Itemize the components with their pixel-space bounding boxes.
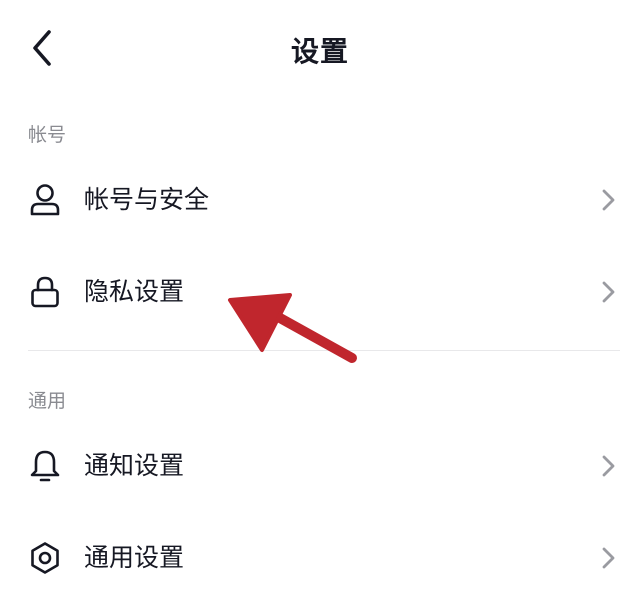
chevron-right-icon <box>602 547 615 569</box>
settings-row-account-security[interactable]: 帐号与安全 <box>0 160 640 240</box>
bell-icon <box>30 450 60 482</box>
settings-screen: 设置 帐号 帐号与安全 隐私设置 通用 通知设置 通用设置 <box>0 0 640 589</box>
section-divider <box>28 350 620 351</box>
chevron-right-icon <box>602 455 615 477</box>
settings-row-general[interactable]: 通用设置 <box>0 518 640 589</box>
chevron-right-icon <box>602 281 615 303</box>
lock-icon <box>31 276 59 308</box>
settings-row-notifications[interactable]: 通知设置 <box>0 426 640 506</box>
section-header-account: 帐号 <box>28 124 67 146</box>
section-header-general: 通用 <box>28 390 67 412</box>
gear-icon <box>31 542 59 574</box>
settings-row-privacy[interactable]: 隐私设置 <box>0 252 640 332</box>
settings-row-label: 通知设置 <box>84 451 185 480</box>
settings-row-label: 帐号与安全 <box>84 185 210 214</box>
nav-bar: 设置 <box>0 0 640 98</box>
settings-row-label: 隐私设置 <box>84 277 185 306</box>
settings-row-label: 通用设置 <box>84 543 185 572</box>
page-title: 设置 <box>290 35 349 68</box>
user-icon <box>30 184 60 216</box>
chevron-right-icon <box>602 189 615 211</box>
